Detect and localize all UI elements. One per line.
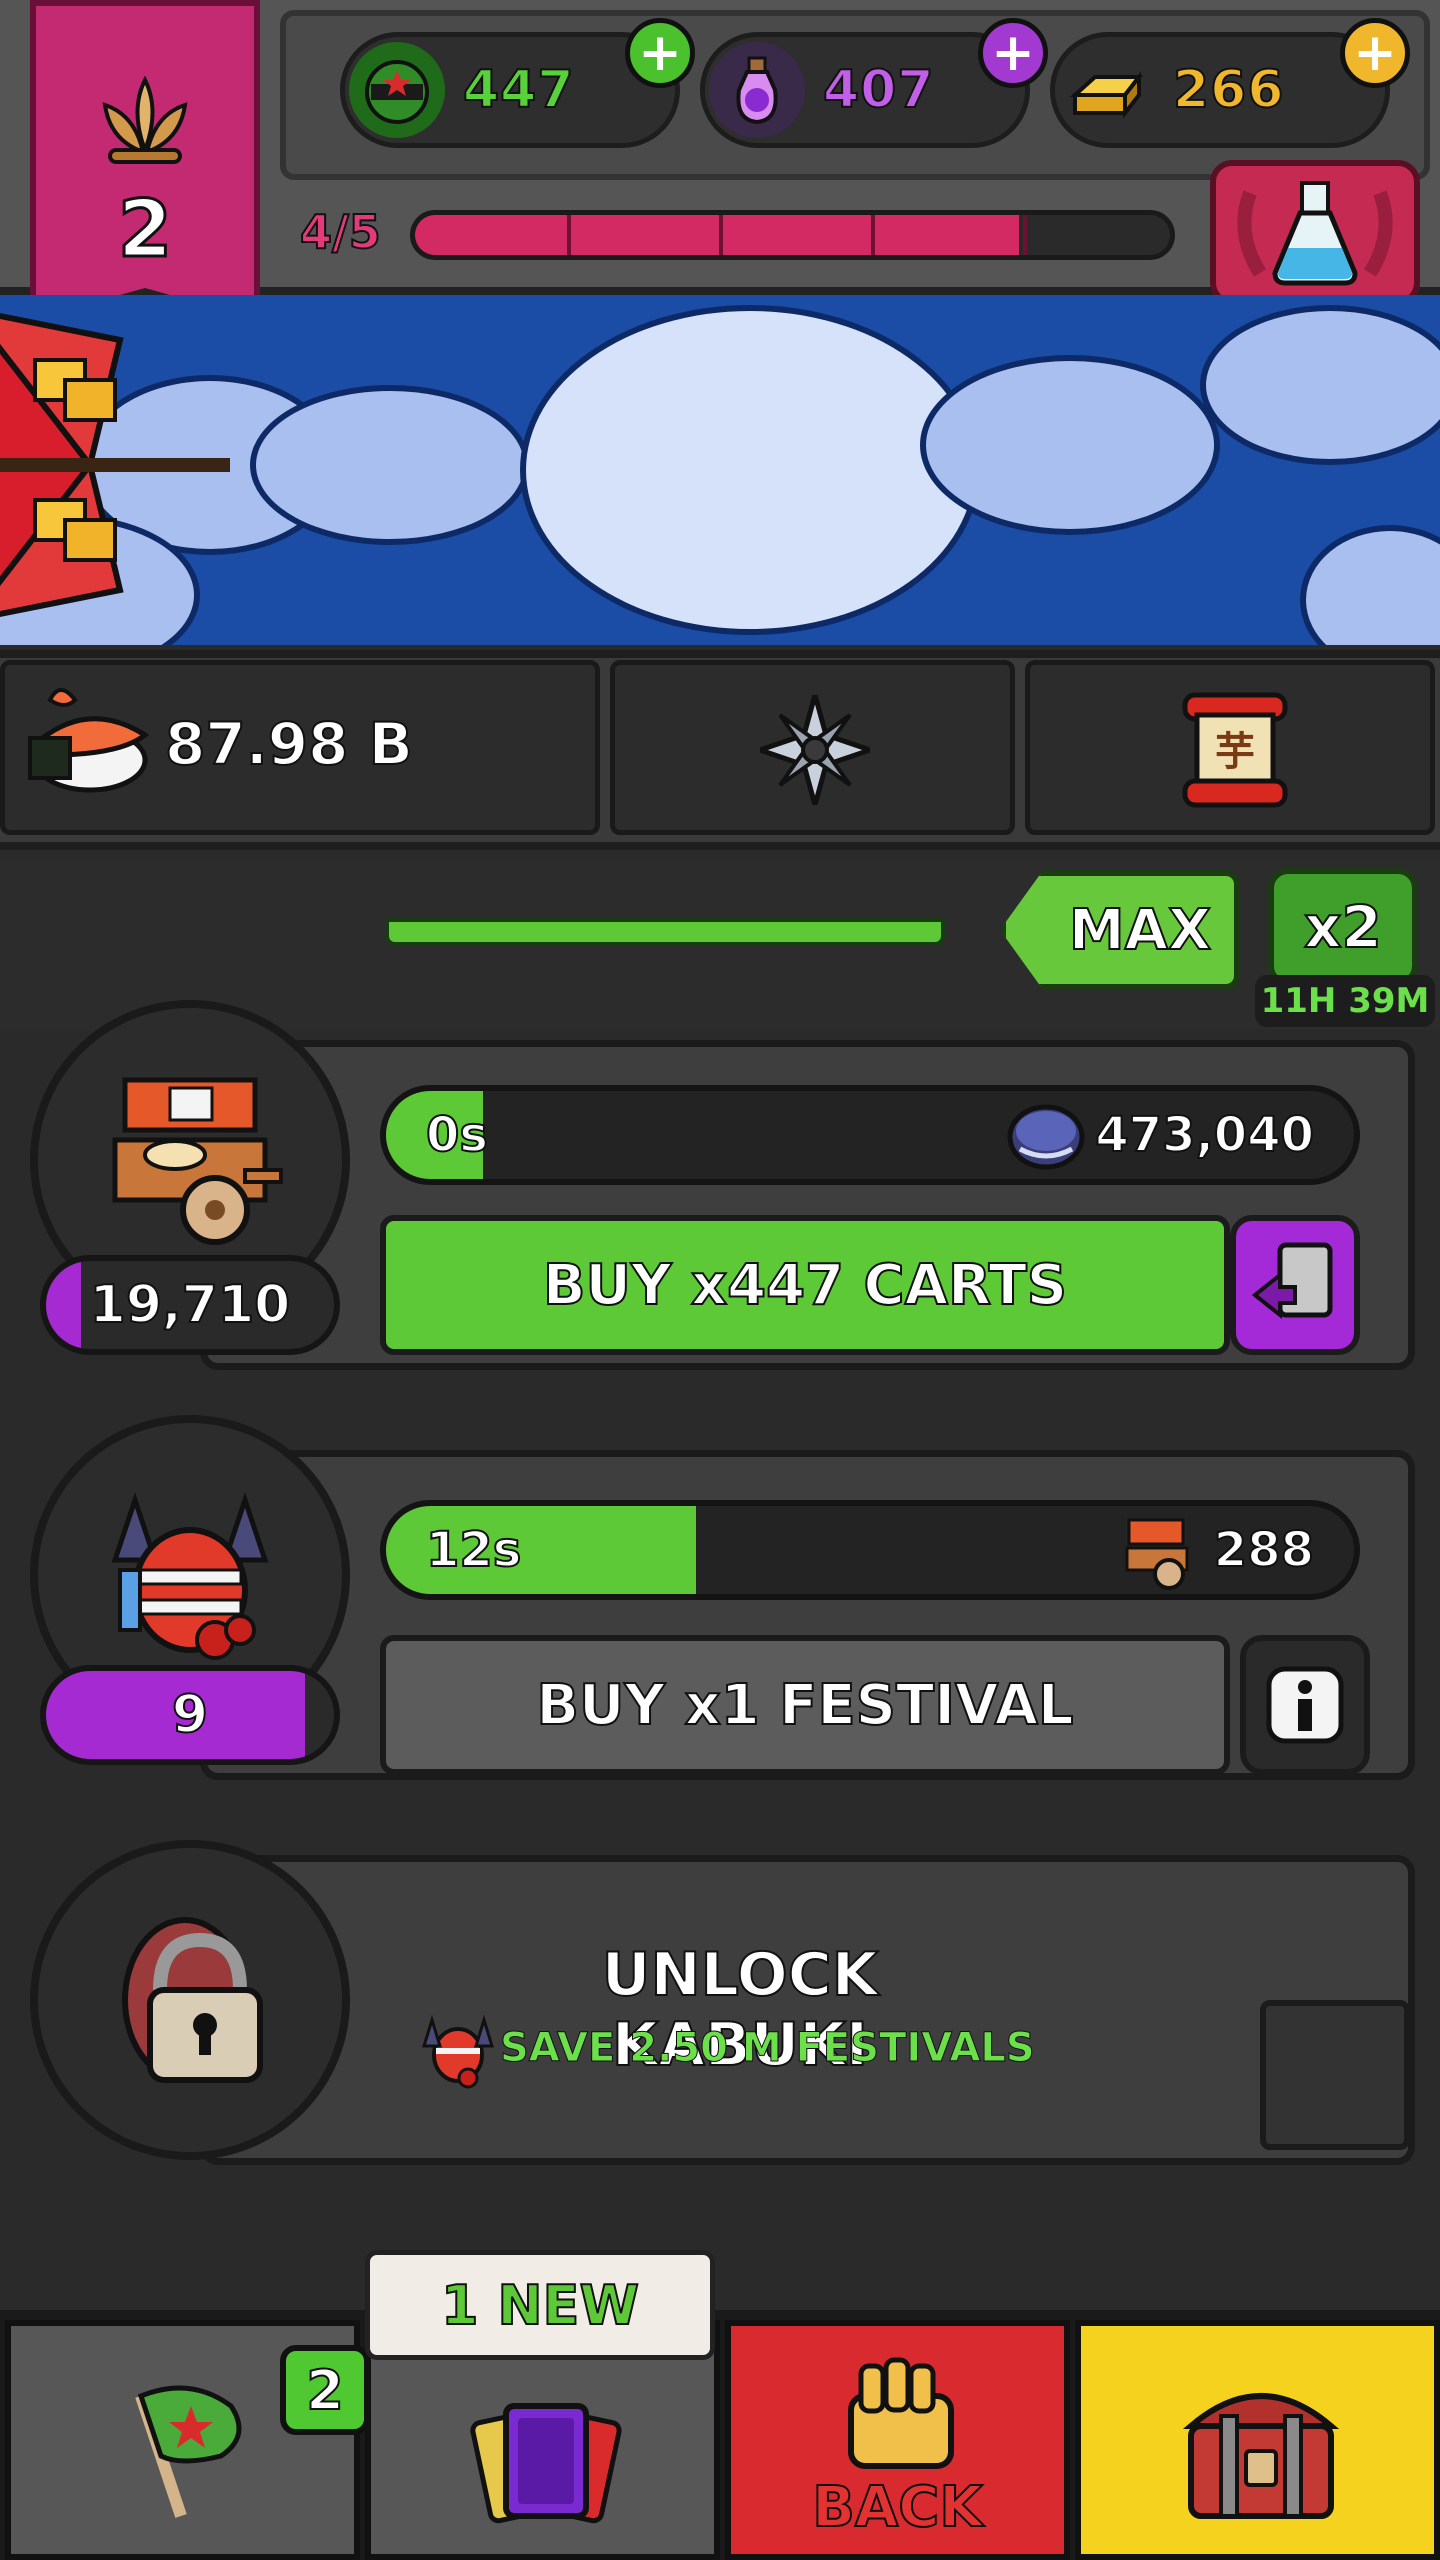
progress-divider (719, 215, 723, 255)
festival-time-label: 12s (425, 1521, 522, 1579)
festival-income: 288 (1213, 1521, 1315, 1579)
noodle-cart-icon (112, 1077, 283, 1245)
nav-tab-chest[interactable] (1075, 2320, 1440, 2560)
level-progress-label: 4/5 (299, 204, 382, 260)
level-progress-fill (415, 215, 1019, 255)
x2-boost-button[interactable]: x2 (1268, 868, 1418, 986)
buy-max-toggle[interactable]: MAX (1000, 870, 1240, 990)
scroll-button[interactable]: 芋 (1025, 660, 1435, 835)
festival-owned-counter: 9 (40, 1665, 340, 1765)
cloud (1300, 525, 1440, 645)
info-icon (1266, 1666, 1344, 1744)
progress-divider (567, 215, 571, 255)
player-level: 2 (116, 184, 173, 277)
potion-count: 407 (822, 59, 935, 121)
cards-new-tooltip: 1 NEW (365, 2250, 715, 2360)
gold-currency: 266 (1050, 32, 1390, 148)
shuriken-button[interactable] (610, 660, 1015, 835)
sushi-icon (20, 680, 160, 800)
x2-label: x2 (1303, 892, 1383, 962)
locked-panel-corner (1260, 2000, 1410, 2150)
card-arrow-icon (1251, 1242, 1333, 1320)
add-gold-button[interactable]: + (1340, 18, 1410, 88)
max-label: MAX (1068, 897, 1212, 964)
cart-timer-bar: 0s 473,040 (380, 1085, 1360, 1185)
flag-icon (135, 2385, 242, 2518)
buy-carts-button[interactable]: BUY x447 CARTS (380, 1215, 1230, 1355)
progress-divider (871, 215, 875, 255)
cart-mini-icon (1121, 1512, 1201, 1592)
flask-icon (1237, 180, 1393, 285)
cart-owned-count: 19,710 (89, 1274, 292, 1336)
cards-icon (470, 2403, 622, 2524)
research-lab-button[interactable] (1210, 160, 1420, 305)
svg-text:芋: 芋 (1215, 729, 1255, 775)
fist-icon (848, 2357, 954, 2469)
cloud (1200, 305, 1440, 465)
wheel-coin-icon (1006, 1097, 1086, 1177)
shuriken-icon (752, 685, 878, 815)
missions-badge: 2 (280, 2345, 370, 2435)
card-upgrade-button[interactable] (1230, 1215, 1360, 1355)
scroll-icon: 芋 (1165, 685, 1305, 819)
sushi-balance: 87.98 B (164, 709, 414, 779)
festival-timer-bar: 12s 288 (380, 1500, 1360, 1600)
firework-lantern-icon (111, 1492, 269, 1660)
gold-bar-icon (1059, 42, 1155, 138)
padlock-icon (122, 1917, 263, 2083)
cart-income: 473,040 (1094, 1106, 1315, 1164)
progress-divider (1023, 215, 1027, 255)
unlock-requirement: SAVE 2.50 M FESTIVALS (500, 2025, 1036, 2072)
cloud (920, 355, 1220, 535)
cloud (250, 385, 530, 545)
treasure-chest-icon (1182, 2393, 1340, 2519)
gold-fan-offer-button[interactable] (0, 300, 230, 630)
ninja-count: 447 (462, 59, 575, 121)
lotus-icon (85, 70, 205, 170)
add-ninjas-button[interactable]: + (625, 18, 695, 88)
buy-festival-button[interactable]: BUY x1 FESTIVAL (380, 1635, 1230, 1775)
back-label: BACK (811, 2474, 984, 2541)
festival-owned-count: 9 (171, 1684, 209, 1746)
level-progress-bar (410, 210, 1175, 260)
boost-timer: 11H 39M (1255, 975, 1435, 1027)
previous-business-progress (385, 918, 945, 946)
festival-info-button[interactable] (1240, 1635, 1370, 1775)
potion-icon (709, 42, 805, 138)
cart-owned-counter: 19,710 (40, 1255, 340, 1355)
ninja-head-icon (349, 42, 445, 138)
add-potions-button[interactable]: + (978, 18, 1048, 88)
cloud (520, 305, 980, 635)
kabuki-portrait[interactable] (30, 1840, 350, 2160)
festival-mini-icon (418, 2010, 498, 2090)
cart-time-label: 0s (425, 1106, 489, 1164)
gold-count: 266 (1172, 59, 1285, 121)
